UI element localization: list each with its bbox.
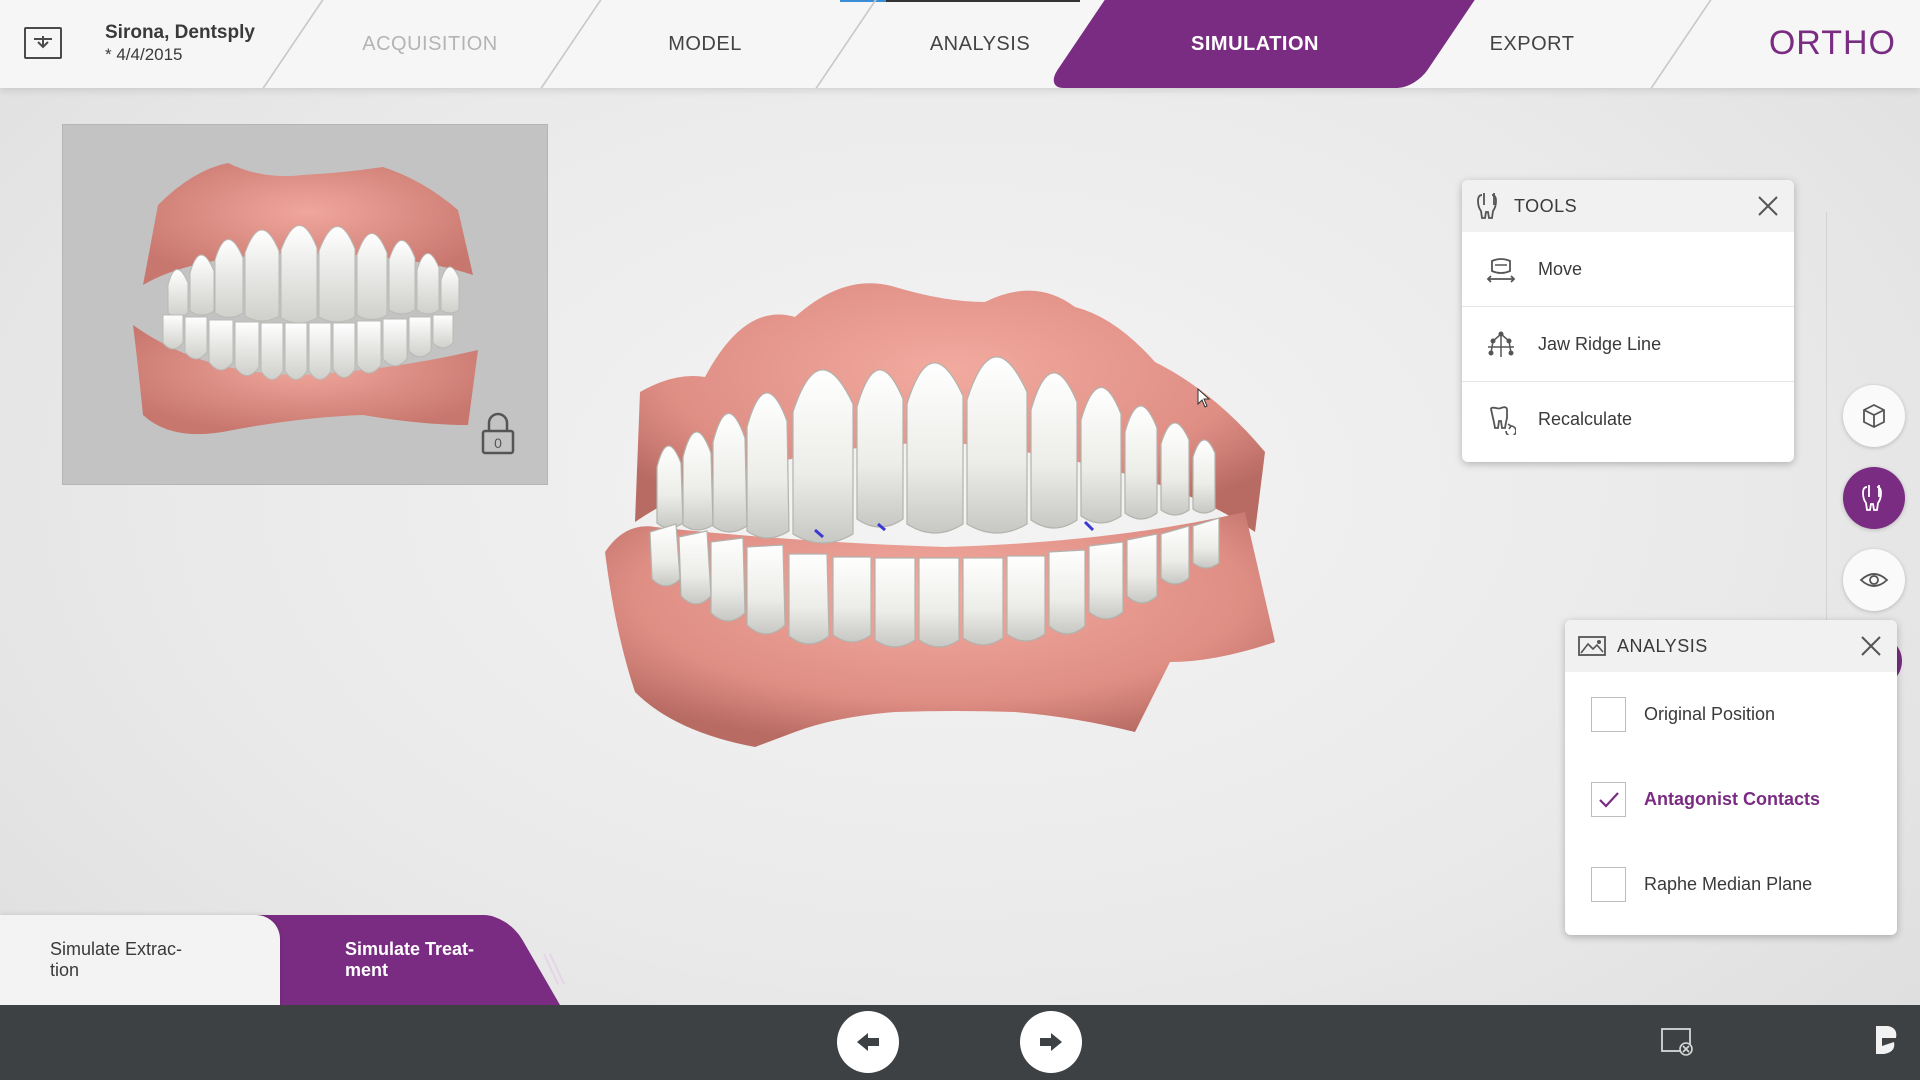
workflow-steps: Simulate Extrac- tion Simulate Treat- me…	[0, 915, 600, 1005]
simulate-extraction-label: Simulate Extrac- tion	[50, 939, 183, 980]
app-brand: ORTHO	[1768, 24, 1896, 62]
app-logo[interactable]	[1870, 1022, 1900, 1063]
download-button[interactable]	[24, 27, 62, 59]
patient-date: * 4/4/2015	[105, 45, 183, 64]
original-position-checkbox[interactable]	[1591, 697, 1626, 732]
simulate-extraction-tab[interactable]: Simulate Extrac- tion	[0, 915, 280, 1005]
close-icon[interactable]	[1756, 194, 1780, 218]
lock-button[interactable]: 0	[478, 411, 518, 462]
option-antagonist-contacts[interactable]: Antagonist Contacts	[1565, 757, 1897, 842]
tab-separator	[1650, 0, 1712, 88]
analysis-panel: ANALYSIS Original Position Antagonist Co…	[1565, 620, 1897, 935]
tools-icon	[1862, 485, 1882, 511]
tool-jaw-ridge-line-label: Jaw Ridge Line	[1538, 333, 1662, 354]
analysis-panel-header: ANALYSIS	[1565, 620, 1897, 672]
raphe-median-plane-label: Raphe Median Plane	[1644, 874, 1813, 894]
close-icon[interactable]	[1859, 634, 1883, 658]
recalculate-tooth-icon	[1490, 405, 1516, 435]
lock-value: 0	[494, 435, 502, 451]
eye-icon	[1859, 573, 1889, 587]
tools-panel-title: TOOLS	[1514, 195, 1578, 216]
tool-move-label: Move	[1538, 258, 1583, 279]
tool-recalculate-label: Recalculate	[1538, 409, 1633, 429]
dentition-3d-model	[605, 283, 1275, 747]
original-dentition-preview	[133, 163, 478, 435]
3d-dentition-viewport[interactable]	[595, 262, 1295, 767]
option-original-position[interactable]: Original Position	[1565, 672, 1897, 757]
patient-info: Sirona, Dentsply * 4/4/2015	[105, 22, 255, 65]
tab-separator	[815, 0, 877, 88]
tab-separator	[262, 0, 324, 88]
mouse-cursor	[1197, 387, 1211, 413]
arrow-left-icon	[857, 1033, 879, 1051]
next-step-button[interactable]	[1020, 1011, 1082, 1073]
tool-move[interactable]: Move	[1462, 232, 1794, 307]
arrow-right-icon	[1040, 1033, 1062, 1051]
tab-separator	[540, 0, 602, 88]
antagonist-contacts-label: Antagonist Contacts	[1644, 789, 1821, 809]
tab-simulation[interactable]: SIMULATION	[1155, 0, 1355, 88]
option-raphe-median-plane[interactable]: Raphe Median Plane	[1565, 842, 1897, 927]
dentsply-logo-icon	[1876, 1026, 1897, 1054]
visibility-button[interactable]	[1843, 549, 1905, 611]
previous-step-button[interactable]	[837, 1011, 899, 1073]
tab-model[interactable]: MODEL	[605, 0, 805, 88]
analysis-image-icon	[1578, 636, 1606, 656]
antagonist-contacts-checkbox[interactable]	[1591, 782, 1626, 817]
simulate-treatment-label[interactable]: Simulate Treat- ment	[345, 939, 505, 981]
exit-screen-button[interactable]	[1660, 1026, 1696, 1063]
bottom-bar	[0, 1005, 1920, 1080]
stripes-decoration-icon	[543, 953, 565, 985]
tab-analysis[interactable]: ANALYSIS	[880, 0, 1080, 88]
raphe-median-plane-checkbox[interactable]	[1591, 867, 1626, 902]
tab-export[interactable]: EXPORT	[1432, 0, 1632, 88]
tools-panel: TOOLS Move Jaw Ridge Line Recalculate	[1462, 180, 1794, 462]
patient-name: Sirona, Dentsply	[105, 22, 255, 43]
top-navigation-bar: Sirona, Dentsply * 4/4/2015 ACQUISITION …	[0, 0, 1920, 88]
tools-panel-header: TOOLS	[1462, 180, 1794, 232]
lock-icon: 0	[481, 412, 515, 455]
download-icon	[34, 36, 52, 49]
screen-close-icon	[1661, 1028, 1693, 1056]
analysis-panel-title: ANALYSIS	[1617, 635, 1708, 656]
original-model-thumbnail[interactable]: 0	[62, 124, 548, 485]
tab-acquisition[interactable]: ACQUISITION	[330, 0, 530, 88]
side-toolbar-line	[1826, 212, 1827, 632]
tools-icon	[1477, 193, 1497, 219]
checkmark-icon	[1598, 791, 1619, 808]
original-position-label: Original Position	[1644, 704, 1776, 724]
tool-jaw-ridge-line[interactable]: Jaw Ridge Line	[1462, 307, 1794, 382]
jaw-ridge-line-icon	[1488, 331, 1514, 357]
tool-recalculate[interactable]: Recalculate	[1462, 382, 1794, 457]
cursor-arrow-icon	[1197, 387, 1211, 408]
view-cube-button[interactable]	[1843, 385, 1905, 447]
tools-toggle-button[interactable]	[1843, 467, 1905, 529]
cube-view-icon	[1863, 403, 1885, 429]
move-jaw-icon	[1486, 258, 1516, 283]
